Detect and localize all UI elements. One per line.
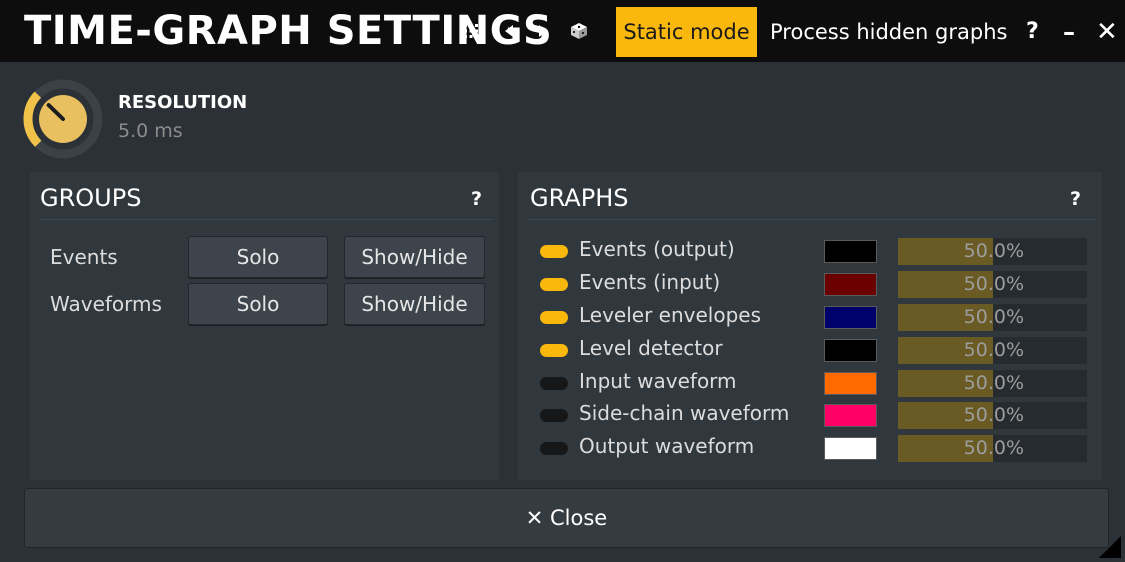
graph-name: Side-chain waveform bbox=[579, 401, 790, 425]
close-window-button[interactable]: ✕ bbox=[1096, 7, 1118, 57]
close-button[interactable]: ✕ Close bbox=[24, 488, 1109, 548]
graph-enable-toggle[interactable] bbox=[540, 278, 568, 291]
knob-icon bbox=[23, 79, 103, 159]
static-mode-button[interactable]: Static mode bbox=[616, 7, 757, 57]
close-button-label: ✕ Close bbox=[525, 506, 608, 530]
process-hidden-graphs-button[interactable]: Process hidden graphs bbox=[770, 7, 1007, 57]
resolution-value[interactable]: 5.0 ms bbox=[118, 120, 183, 142]
waveforms-show-hide-button[interactable]: Show/Hide bbox=[344, 283, 485, 325]
graph-opacity-slider[interactable]: 50.0% bbox=[898, 370, 1087, 397]
slider-value: 50.0% bbox=[963, 372, 1024, 394]
waveforms-solo-button[interactable]: Solo bbox=[188, 283, 328, 325]
graph-name: Leveler envelopes bbox=[579, 303, 762, 327]
dice-icon[interactable] bbox=[568, 18, 590, 44]
graph-enable-toggle[interactable] bbox=[540, 409, 568, 422]
graph-name: Output waveform bbox=[579, 434, 755, 458]
graph-enable-toggle[interactable] bbox=[540, 377, 568, 390]
events-show-hide-button[interactable]: Show/Hide bbox=[344, 236, 485, 278]
group-label-events: Events bbox=[50, 245, 118, 269]
graph-opacity-slider[interactable]: 50.0% bbox=[898, 238, 1087, 265]
groups-panel: GROUPS ? Events Solo Show/Hide Waveforms… bbox=[30, 172, 499, 480]
groups-title: GROUPS bbox=[40, 184, 142, 212]
graph-color-swatch[interactable] bbox=[824, 339, 877, 362]
graphs-help-button[interactable]: ? bbox=[1070, 188, 1081, 210]
graph-color-swatch[interactable] bbox=[824, 404, 877, 427]
graph-color-swatch[interactable] bbox=[824, 372, 877, 395]
graph-enable-toggle[interactable] bbox=[540, 311, 568, 324]
graphs-title: GRAPHS bbox=[530, 184, 629, 212]
graph-opacity-slider[interactable]: 50.0% bbox=[898, 304, 1087, 331]
slider-value: 50.0% bbox=[963, 240, 1024, 262]
grid-menu-icon[interactable] bbox=[460, 18, 482, 44]
divider bbox=[528, 219, 1096, 220]
divider bbox=[40, 219, 493, 220]
slider-value: 50.0% bbox=[963, 306, 1024, 328]
graph-enable-toggle[interactable] bbox=[540, 442, 568, 455]
minimize-button[interactable]: – bbox=[1063, 7, 1075, 57]
graph-color-swatch[interactable] bbox=[824, 273, 877, 296]
graph-color-swatch[interactable] bbox=[824, 437, 877, 460]
slider-value: 50.0% bbox=[963, 273, 1024, 295]
slider-value: 50.0% bbox=[963, 437, 1024, 459]
graph-opacity-slider[interactable]: 50.0% bbox=[898, 271, 1087, 298]
graph-color-swatch[interactable] bbox=[824, 306, 877, 329]
group-label-waveforms: Waveforms bbox=[50, 292, 162, 316]
events-solo-button[interactable]: Solo bbox=[188, 236, 328, 278]
graph-enable-toggle[interactable] bbox=[540, 245, 568, 258]
graph-enable-toggle[interactable] bbox=[540, 344, 568, 357]
resolution-knob[interactable] bbox=[22, 78, 104, 160]
settings-window: TIME-GRAPH SETTINGS Static mode Process … bbox=[0, 0, 1125, 562]
graph-color-swatch[interactable] bbox=[824, 240, 877, 263]
help-button[interactable]: ? bbox=[1026, 7, 1039, 57]
triangle-right-icon[interactable] bbox=[532, 18, 554, 44]
graph-name: Input waveform bbox=[579, 369, 737, 393]
graph-opacity-slider[interactable]: 50.0% bbox=[898, 435, 1087, 462]
title-bar: TIME-GRAPH SETTINGS Static mode Process … bbox=[0, 0, 1125, 62]
graph-opacity-slider[interactable]: 50.0% bbox=[898, 402, 1087, 429]
graph-name: Events (input) bbox=[579, 270, 721, 294]
resolution-label: RESOLUTION bbox=[118, 92, 248, 113]
groups-help-button[interactable]: ? bbox=[471, 188, 482, 210]
graph-name: Events (output) bbox=[579, 237, 735, 261]
slider-value: 50.0% bbox=[963, 404, 1024, 426]
slider-value: 50.0% bbox=[963, 339, 1024, 361]
graph-opacity-slider[interactable]: 50.0% bbox=[898, 337, 1087, 364]
graph-name: Level detector bbox=[579, 336, 723, 360]
triangle-left-icon[interactable] bbox=[498, 18, 520, 44]
resize-handle[interactable] bbox=[1099, 536, 1121, 558]
